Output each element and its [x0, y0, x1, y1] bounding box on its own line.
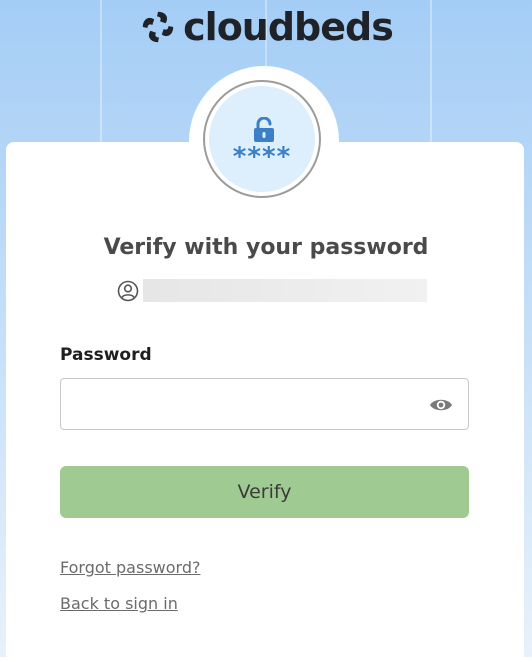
- brand-name: cloudbeds: [183, 5, 394, 49]
- masked-password-text: ****: [232, 142, 292, 172]
- brand-logo: cloudbeds: [0, 4, 532, 50]
- cloudbeds-logo-icon: [142, 11, 174, 43]
- page-title: Verify with your password: [103, 235, 429, 260]
- verify-button[interactable]: Verify: [60, 466, 469, 518]
- unlocked-padlock-icon: [254, 117, 274, 142]
- back-to-sign-in-link[interactable]: Back to sign in: [60, 593, 178, 615]
- forgot-password-link[interactable]: Forgot password?: [60, 557, 200, 579]
- redacted-username: [143, 279, 427, 302]
- eye-icon[interactable]: [429, 396, 453, 414]
- password-field[interactable]: [60, 378, 469, 430]
- user-circle-icon: [117, 280, 139, 302]
- password-label: Password: [60, 345, 152, 365]
